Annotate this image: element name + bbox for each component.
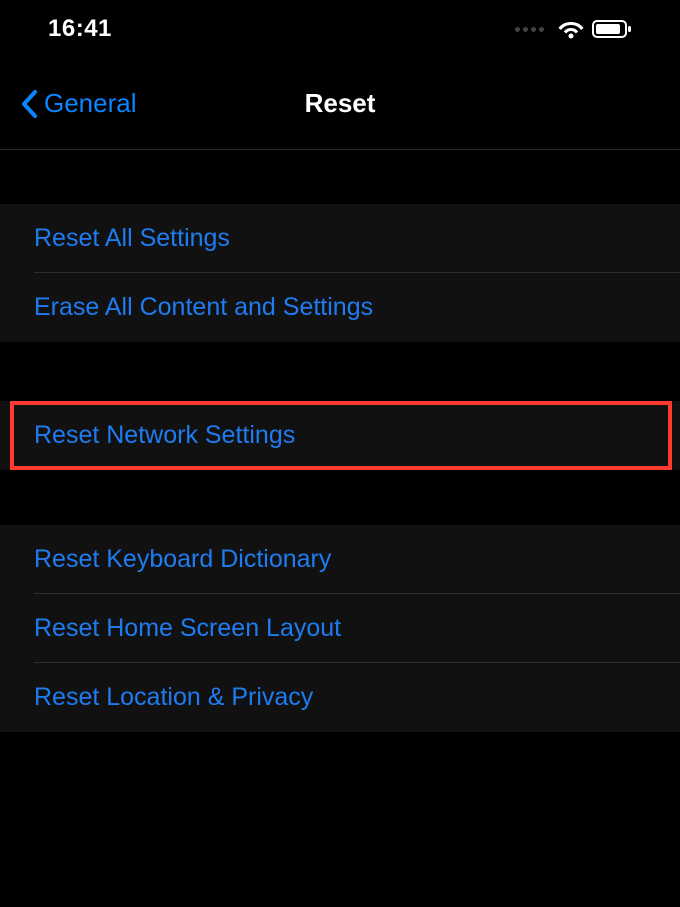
back-label: General [44,88,137,119]
page-title: Reset [305,88,376,119]
status-indicators [515,19,632,39]
navigation-bar: General Reset [0,58,680,150]
battery-icon [592,20,632,38]
reset-network-settings-row[interactable]: Reset Network Settings [0,401,680,470]
row-label: Reset Keyboard Dictionary [34,545,331,574]
section-spacer [0,470,680,525]
row-label: Reset Network Settings [34,421,295,450]
settings-group: Reset Keyboard Dictionary Reset Home Scr… [0,525,680,732]
row-label: Reset All Settings [34,224,230,253]
row-label: Reset Home Screen Layout [34,614,341,643]
highlighted-section: Reset Network Settings [0,401,680,470]
row-label: Erase All Content and Settings [34,293,373,322]
settings-group: Reset All Settings Erase All Content and… [0,204,680,342]
section-spacer [0,342,680,401]
row-label: Reset Location & Privacy [34,683,313,712]
chevron-left-icon [20,89,38,119]
section-spacer [0,150,680,204]
reset-home-screen-layout-row[interactable]: Reset Home Screen Layout [0,594,680,663]
status-time: 16:41 [48,15,112,43]
erase-all-content-row[interactable]: Erase All Content and Settings [0,273,680,342]
reset-all-settings-row[interactable]: Reset All Settings [0,204,680,273]
reset-keyboard-dictionary-row[interactable]: Reset Keyboard Dictionary [0,525,680,594]
back-button[interactable]: General [20,88,137,119]
status-bar: 16:41 [0,0,680,58]
cellular-signal-icon [515,27,544,32]
settings-group: Reset Network Settings [0,401,680,470]
wifi-icon [558,19,584,39]
reset-location-privacy-row[interactable]: Reset Location & Privacy [0,663,680,732]
